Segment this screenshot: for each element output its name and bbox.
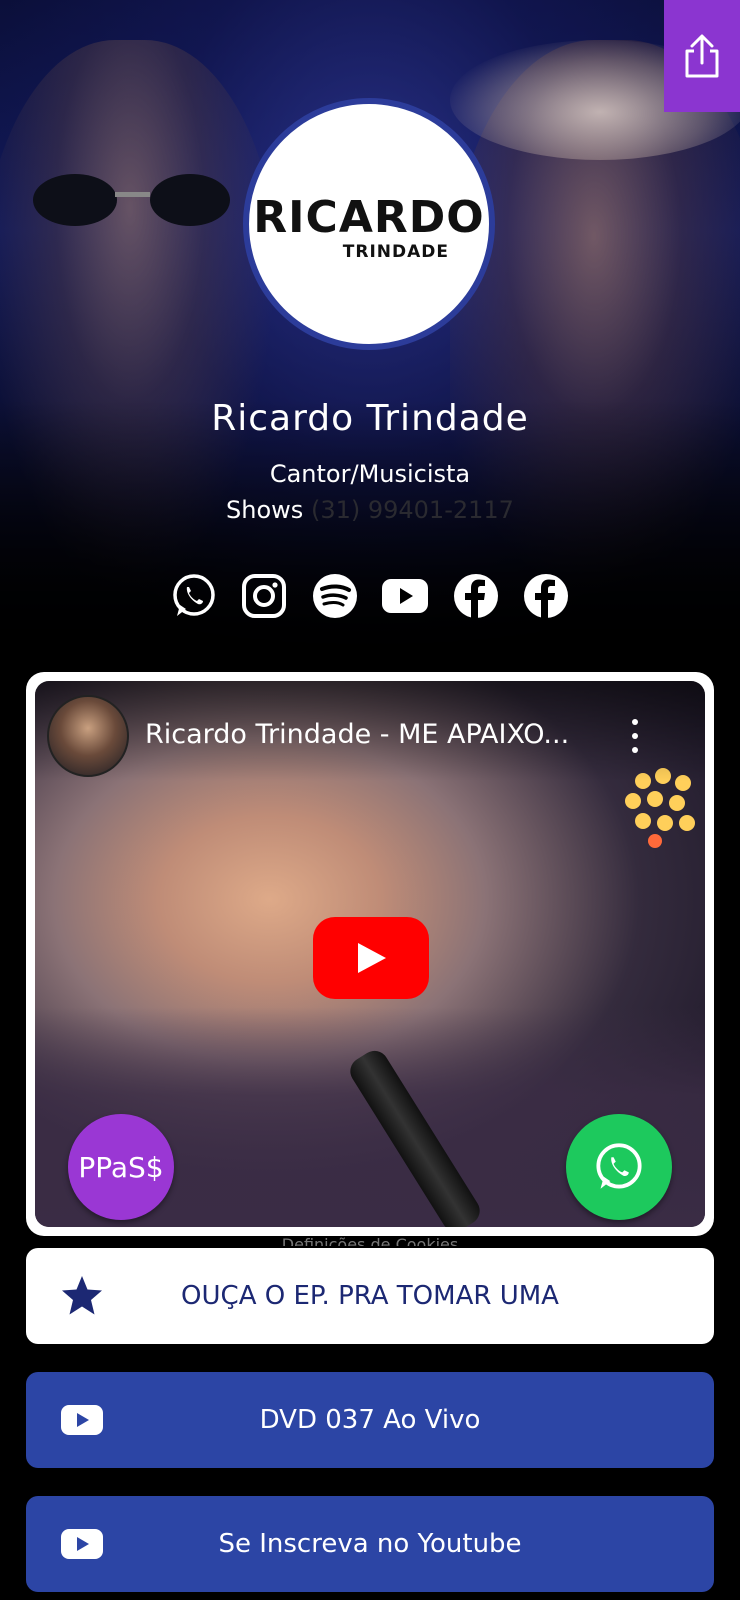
whatsapp-icon bbox=[596, 1143, 642, 1189]
youtube-icon bbox=[60, 1522, 104, 1566]
sunglasses-shape bbox=[33, 174, 230, 226]
cookie-settings-text[interactable]: Definições de Cookies bbox=[0, 1236, 740, 1246]
share-icon bbox=[685, 34, 719, 78]
link-button-label: DVD 037 Ao Vivo bbox=[259, 1405, 481, 1435]
profile-name: Ricardo Trindade bbox=[211, 398, 529, 439]
facebook-icon[interactable] bbox=[452, 572, 500, 620]
profile-avatar: RICARDO TRINDADE bbox=[243, 98, 495, 350]
profile-shows: Shows (31) 99401-2117 bbox=[0, 496, 740, 524]
whatsapp-icon[interactable] bbox=[170, 572, 218, 620]
link-button-subscribe[interactable]: Se Inscreva no Youtube bbox=[26, 1496, 714, 1592]
link-button-label: OUÇA O EP. PRA TOMAR UMA bbox=[181, 1281, 559, 1311]
youtube-icon[interactable] bbox=[381, 572, 429, 620]
star-icon bbox=[60, 1274, 104, 1318]
ppass-button[interactable]: PPaS$ bbox=[68, 1114, 174, 1220]
video-title[interactable]: Ricardo Trindade - ME APAIXO... bbox=[145, 719, 585, 750]
facebook-icon[interactable] bbox=[522, 572, 570, 620]
link-button-ep[interactable]: OUÇA O EP. PRA TOMAR UMA bbox=[26, 1248, 714, 1344]
more-options-icon[interactable] bbox=[625, 719, 645, 753]
link-button-label: Se Inscreva no Youtube bbox=[218, 1529, 522, 1559]
shows-phone[interactable]: (31) 99401-2117 bbox=[311, 496, 514, 524]
logo-sub-text: TRINDADE bbox=[342, 242, 449, 262]
channel-avatar[interactable] bbox=[47, 695, 129, 777]
shows-label: Shows bbox=[226, 496, 304, 524]
instagram-icon[interactable] bbox=[240, 572, 288, 620]
play-button[interactable] bbox=[313, 917, 429, 999]
whatsapp-float-button[interactable] bbox=[566, 1114, 672, 1220]
youtube-icon bbox=[60, 1398, 104, 1442]
play-icon bbox=[358, 943, 386, 973]
profile-role: Cantor/Musicista bbox=[269, 460, 471, 488]
link-button-dvd[interactable]: DVD 037 Ao Vivo bbox=[26, 1372, 714, 1468]
logo-main-text: RICARDO bbox=[253, 192, 485, 243]
spotify-icon[interactable] bbox=[311, 572, 359, 620]
share-button[interactable] bbox=[664, 0, 740, 112]
social-links bbox=[170, 570, 570, 622]
